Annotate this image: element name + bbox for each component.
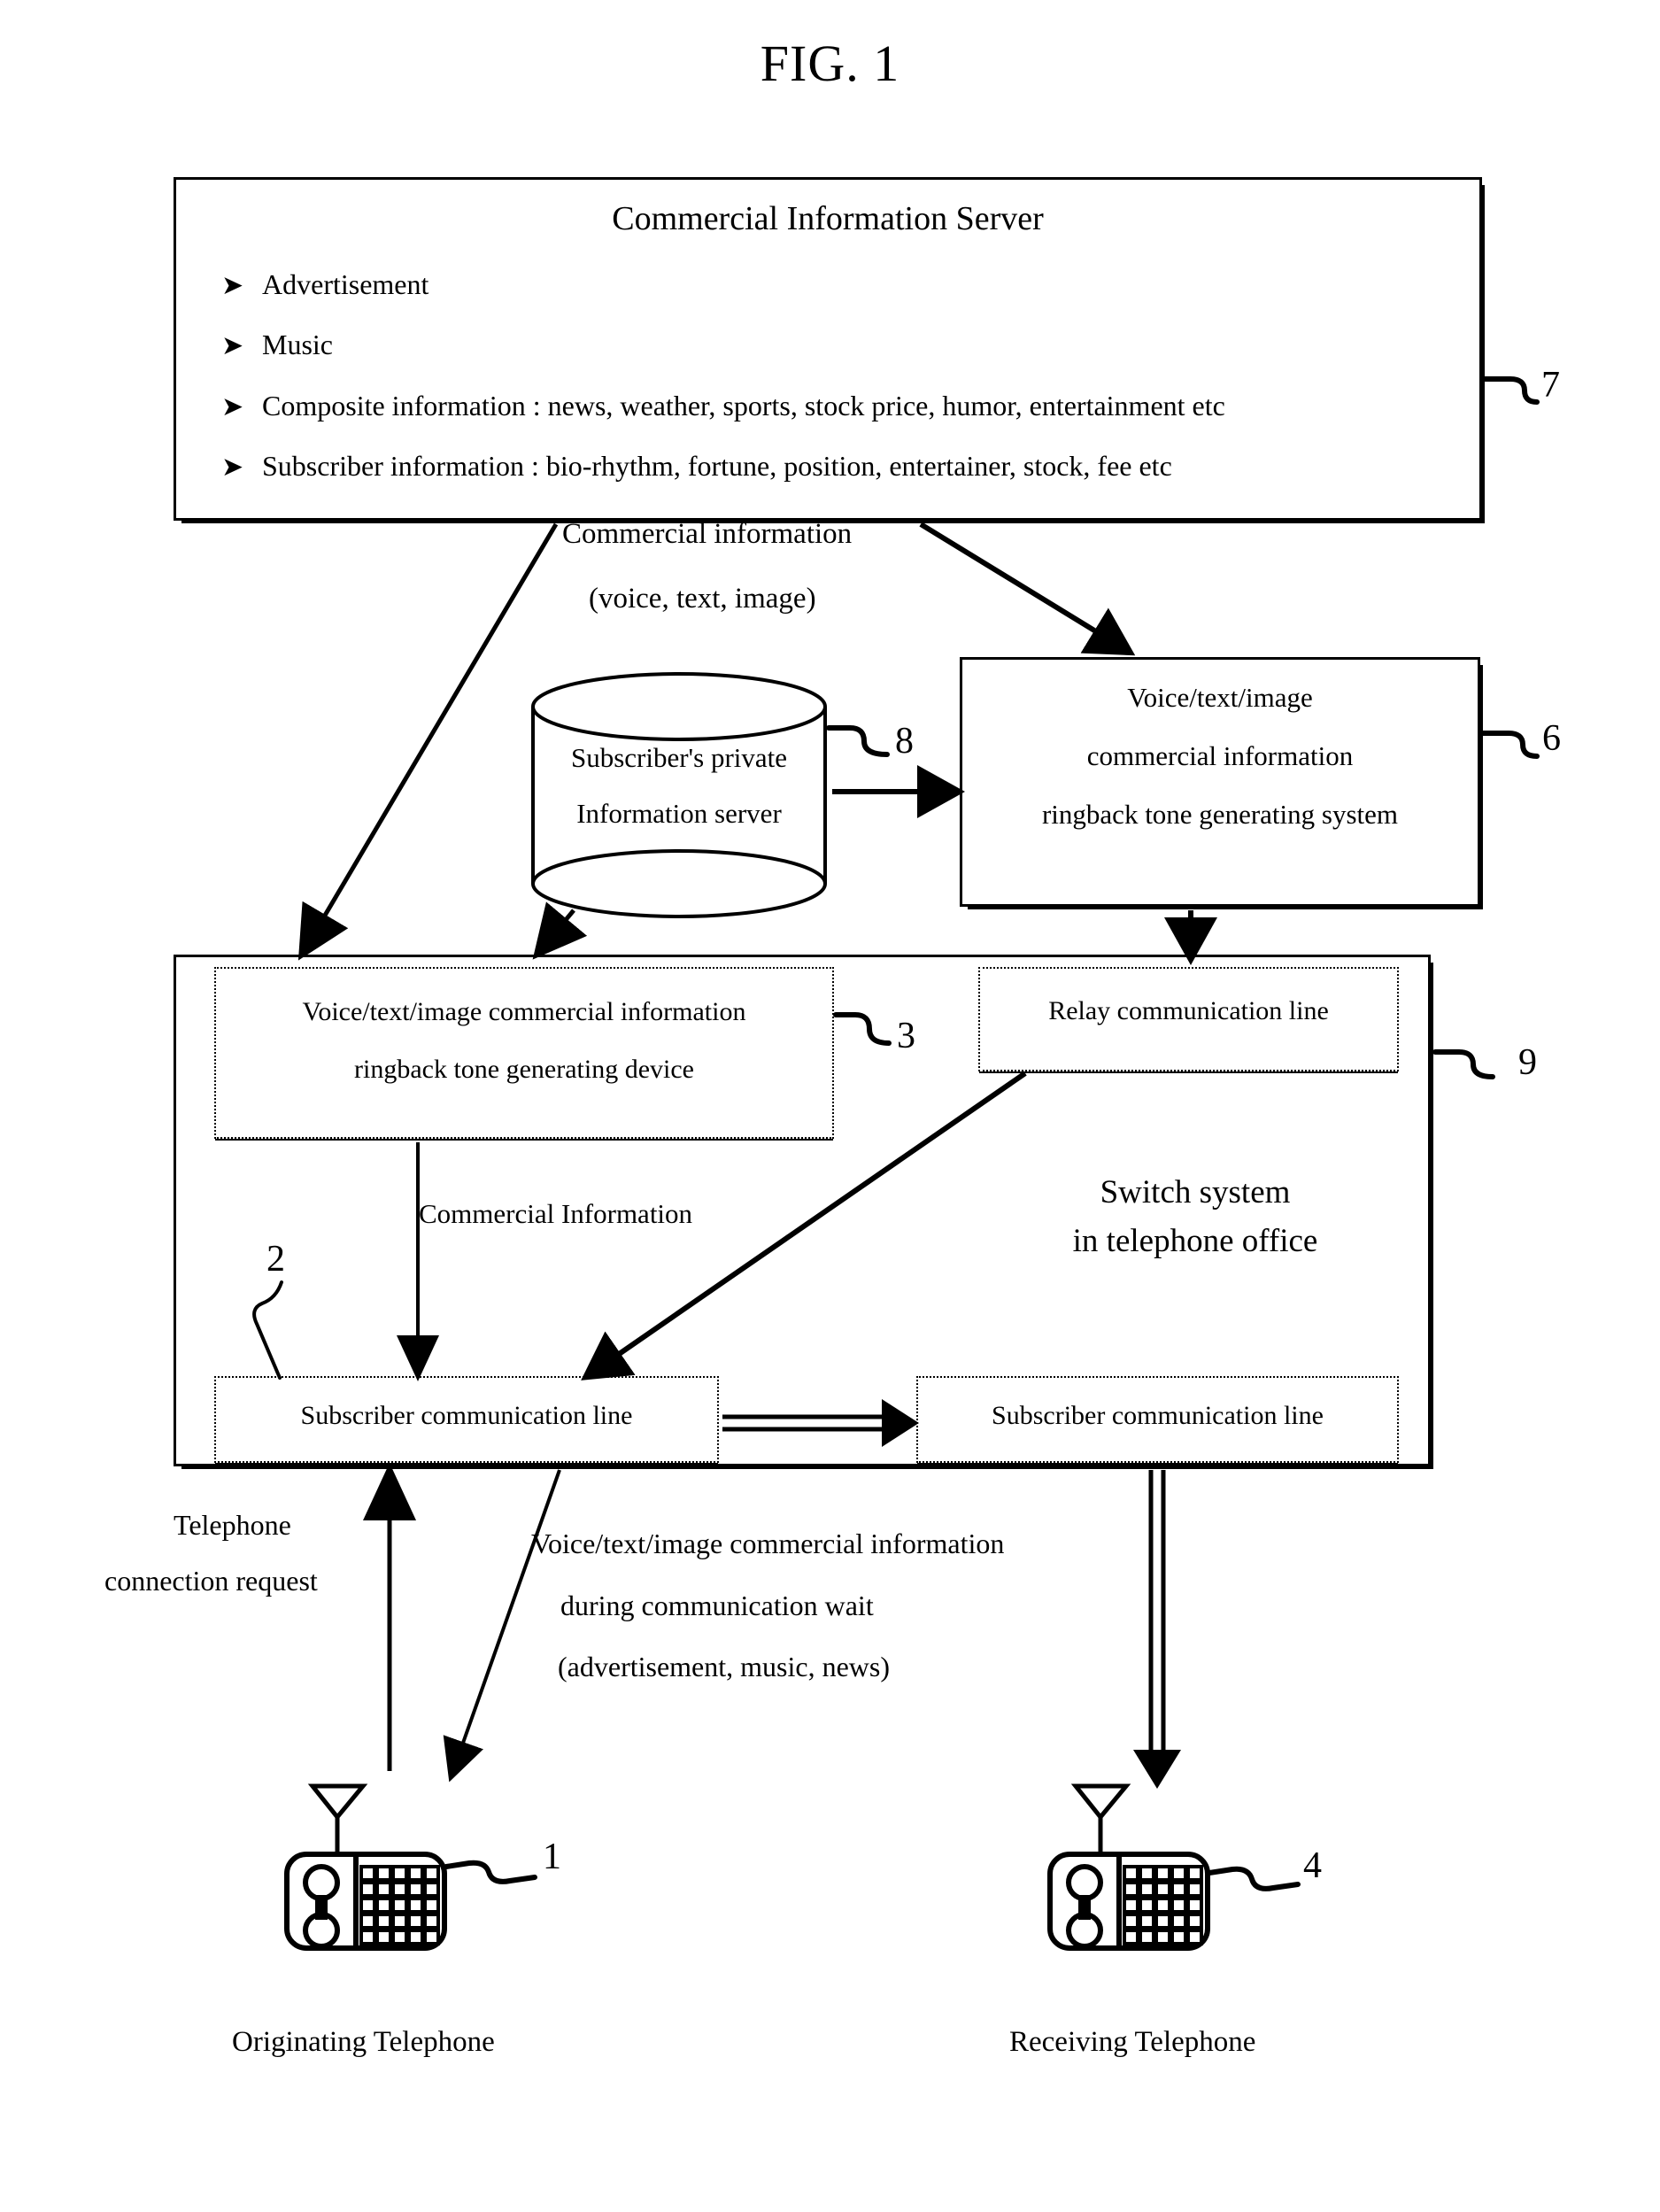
server-bullet-subscriber-information: ➤ Subscriber information : bio-rhythm, f…: [221, 450, 1172, 483]
originating-telephone-caption: Originating Telephone: [232, 2026, 495, 2058]
receiving-telephone-icon: [1045, 1778, 1222, 1951]
telephone-connection-request-line1: Telephone: [174, 1509, 291, 1541]
leader-line-4: [1207, 1866, 1301, 1891]
reference-numeral-9: 9: [1518, 1042, 1537, 1083]
originating-telephone-icon: [282, 1778, 459, 1951]
reference-numeral-4: 4: [1303, 1845, 1322, 1886]
ringback-system-line3: ringback tone generating system: [1041, 799, 1399, 830]
commercial-information-server-title: Commercial Information Server: [612, 200, 1044, 237]
subscriber-communication-line-right-label: Subscriber communication line: [992, 1401, 1324, 1430]
bullet-arrow-icon: ➤: [221, 452, 244, 483]
arrow-server-to-ringback-system: [919, 522, 1136, 656]
relay-communication-line-label: Relay communication line: [1048, 996, 1329, 1025]
server-bullet-music: ➤ Music: [221, 329, 333, 361]
wait-info-line2: during communication wait: [560, 1589, 874, 1621]
private-server-line1: Subscriber's private: [570, 742, 788, 773]
commercial-information-flow-label: Commercial information: [562, 518, 853, 550]
leader-line-8: [826, 725, 890, 757]
arrow-subscriber-right-to-receiving-telephone: [1133, 1470, 1181, 1789]
ringback-device-line2: ringback tone generating device: [354, 1055, 694, 1084]
ringback-device-line1: Voice/text/image commercial information: [302, 997, 746, 1026]
wait-info-line3: (advertisement, music, news): [558, 1651, 890, 1682]
figure-canvas: FIG. 1 Commercial Information Server ➤ A…: [0, 0, 1660, 2212]
bullet-arrow-icon: ➤: [221, 270, 244, 301]
reference-numeral-1: 1: [543, 1837, 561, 1877]
bullet-arrow-icon: ➤: [221, 391, 244, 422]
commercial-information-kinds-label: (voice, text, image): [589, 583, 816, 615]
arrow-server-to-ringback-device: [297, 522, 559, 961]
switch-system-title-line1: Switch system: [1100, 1174, 1291, 1210]
arrow-switch-to-originating-telephone: [443, 1469, 561, 1783]
server-bullet-composite-information: ➤ Composite information : news, weather,…: [221, 390, 1225, 422]
leader-line-1: [444, 1860, 537, 1884]
switch-system-title-line2: in telephone office: [1072, 1223, 1318, 1259]
reference-numeral-6: 6: [1542, 718, 1561, 759]
figure-title: FIG. 1: [760, 35, 900, 92]
server-bullet-advertisement: ➤ Advertisement: [221, 268, 429, 301]
telephone-connection-request-line2: connection request: [104, 1565, 318, 1597]
commercial-information-mid-label: Commercial Information: [419, 1198, 693, 1229]
leader-line-7: [1481, 376, 1540, 405]
server-bullet-label: Subscriber information : bio-rhythm, for…: [262, 450, 1172, 482]
ringback-tone-generating-device-box: [214, 967, 834, 1139]
subscriber-communication-line-left-label: Subscriber communication line: [300, 1401, 633, 1430]
bullet-arrow-icon: ➤: [221, 330, 244, 361]
ringback-system-line2: commercial information: [1086, 740, 1354, 771]
leader-line-6: [1479, 731, 1540, 759]
reference-numeral-2: 2: [266, 1239, 285, 1280]
server-bullet-label: Composite information : news, weather, s…: [262, 390, 1225, 422]
leader-line-9: [1432, 1049, 1495, 1079]
reference-numeral-8: 8: [895, 721, 914, 762]
ringback-system-line1: Voice/text/image: [1127, 682, 1313, 713]
reference-numeral-3: 3: [897, 1016, 915, 1056]
server-bullet-label: Music: [262, 329, 333, 360]
wait-info-line1: Voice/text/image commercial information: [531, 1528, 1005, 1559]
receiving-telephone-caption: Receiving Telephone: [1009, 2026, 1256, 2058]
server-bullet-label: Advertisement: [262, 268, 429, 300]
private-server-line2: Information server: [576, 798, 782, 829]
subscribers-private-information-server-cylinder: [529, 671, 829, 919]
reference-numeral-7: 7: [1541, 365, 1560, 406]
